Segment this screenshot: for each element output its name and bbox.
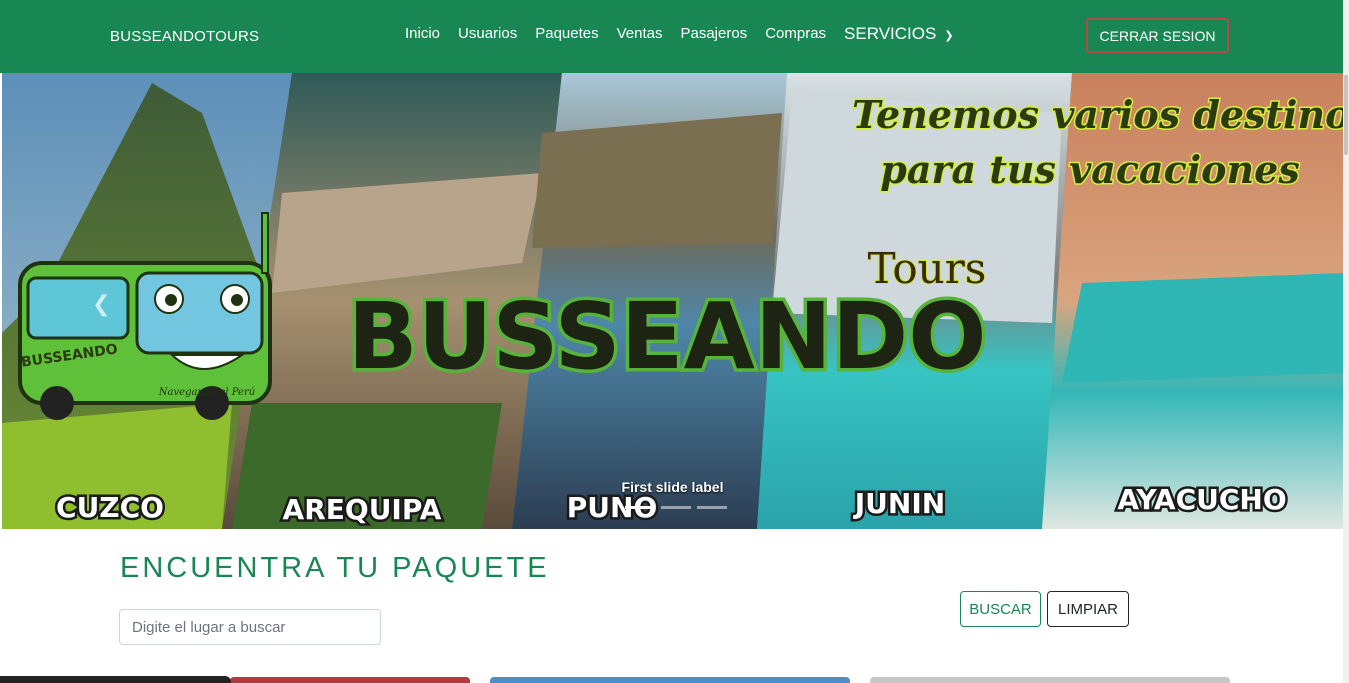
clear-button[interactable]: LIMPIAR	[1047, 591, 1129, 627]
status-bar	[0, 676, 231, 683]
tagline-line1: Tenemos varios destinos	[852, 92, 1343, 137]
nav-link-paquetes[interactable]: Paquetes	[535, 25, 598, 43]
destination-label-cuzco: CUZCO	[56, 491, 164, 524]
nav-links: Inicio Usuarios Paquetes Ventas Pasajero…	[405, 24, 954, 44]
carousel-prev-icon[interactable]: ❮	[92, 291, 110, 317]
nav-link-compras[interactable]: Compras	[765, 25, 826, 43]
nav-link-inicio[interactable]: Inicio	[405, 25, 440, 43]
slide-caption: First slide label	[621, 479, 724, 495]
destination-label-arequipa: AREQUIPA	[283, 493, 442, 526]
search-input[interactable]	[119, 609, 381, 645]
carousel-indicator-1[interactable]	[625, 506, 655, 509]
servicios-dropdown-label: SERVICIOS	[844, 24, 937, 43]
logout-button[interactable]: CERRAR SESION	[1086, 18, 1229, 53]
top-navbar: BUSSEANDOTOURS Inicio Usuarios Paquetes …	[0, 0, 1343, 73]
nav-link-usuarios[interactable]: Usuarios	[458, 25, 517, 43]
chevron-down-icon: ❯	[944, 29, 954, 42]
carousel-indicator-2[interactable]	[661, 506, 691, 509]
nav-link-pasajeros[interactable]: Pasajeros	[680, 25, 747, 43]
tagline-line2: para tus vacaciones	[880, 147, 1299, 192]
scrollbar-thumb[interactable]	[1344, 75, 1348, 155]
bus-slogan-text: Navegando el Perú	[158, 387, 255, 398]
hero-banner-image: Tenemos varios destinos para tus vacacio…	[2, 73, 1343, 529]
package-cards-strip	[230, 677, 1230, 683]
nav-link-ventas[interactable]: Ventas	[617, 25, 663, 43]
package-card[interactable]	[490, 677, 850, 683]
logo-busseando-text: BUSSEANDO	[348, 283, 987, 390]
brand-logo-link[interactable]: BUSSEANDOTOURS	[110, 28, 259, 45]
servicios-dropdown[interactable]: SERVICIOS ❯	[844, 24, 954, 44]
search-button[interactable]: BUSCAR	[960, 591, 1041, 627]
package-card[interactable]	[230, 677, 470, 683]
hero-carousel: Tenemos varios destinos para tus vacacio…	[2, 73, 1343, 529]
carousel-indicators	[622, 506, 730, 509]
package-card[interactable]	[870, 677, 1230, 683]
carousel-indicator-3[interactable]	[697, 506, 727, 509]
search-section-title: ENCUENTRA TU PAQUETE	[120, 552, 550, 584]
